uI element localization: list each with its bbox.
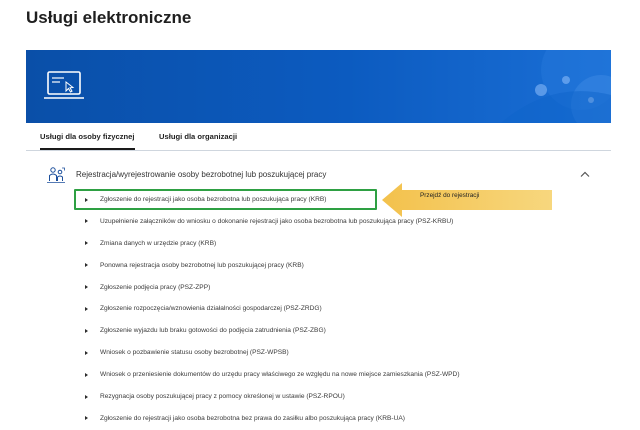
list-item[interactable]: Wniosek o przeniesienie dokumentów do ur… xyxy=(80,364,600,386)
triangle-bullet-icon xyxy=(85,263,88,268)
triangle-bullet-icon xyxy=(85,219,88,224)
service-link[interactable]: Wniosek o pozbawienie statusu osoby bezr… xyxy=(100,349,289,356)
triangle-bullet-icon xyxy=(85,328,88,333)
service-list: Zgłoszenie do rejestracji jako osoba bez… xyxy=(80,189,600,430)
list-item[interactable]: Wniosek o pozbawienie statusu osoby bezr… xyxy=(80,342,600,364)
tab-individual[interactable]: Usługi dla osoby fizycznej xyxy=(40,132,135,150)
banner-decoration xyxy=(501,50,611,123)
tab-bar: Usługi dla osoby fizycznej Usługi dla or… xyxy=(26,128,611,151)
service-link[interactable]: Ponowna rejestracja osoby bezrobotnej lu… xyxy=(100,262,304,269)
people-arrows-icon xyxy=(47,167,65,183)
list-item[interactable]: Zgłoszenie do rejestracji jako osoba bez… xyxy=(80,408,600,430)
service-link[interactable]: Zmiana danych w urzędzie pracy (KRB) xyxy=(100,240,216,247)
list-item[interactable]: Zmiana danych w urzędzie pracy (KRB) xyxy=(80,233,600,255)
triangle-bullet-icon xyxy=(85,306,88,311)
list-item[interactable]: Zgłoszenie rozpoczęcia/wznowienia działa… xyxy=(80,298,600,320)
tab-organization[interactable]: Usługi dla organizacji xyxy=(159,132,237,141)
service-link[interactable]: Zgłoszenie do rejestracji jako osoba bez… xyxy=(100,415,405,422)
triangle-bullet-icon xyxy=(85,350,88,355)
service-link[interactable]: Zgłoszenie podjęcia pracy (PSZ-ZPP) xyxy=(100,284,210,291)
section-title: Rejestracja/wyrejestrowanie osoby bezrob… xyxy=(76,170,327,179)
triangle-bullet-icon xyxy=(85,394,88,399)
service-link[interactable]: Zgłoszenie wyjazdu lub braku gotowości d… xyxy=(100,327,326,334)
list-item[interactable]: Zgłoszenie wyjazdu lub braku gotowości d… xyxy=(80,320,600,342)
triangle-bullet-icon xyxy=(85,372,88,377)
list-item[interactable]: Rezygnacja osoby poszukującej pracy z po… xyxy=(80,386,600,408)
chevron-up-icon[interactable] xyxy=(580,170,590,178)
list-item[interactable]: Zgłoszenie podjęcia pracy (PSZ-ZPP) xyxy=(80,277,600,299)
laptop-cursor-icon xyxy=(44,71,84,99)
triangle-bullet-icon xyxy=(85,285,88,290)
page-title: Usługi elektroniczne xyxy=(26,8,192,27)
list-item[interactable]: Ponowna rejestracja osoby bezrobotnej lu… xyxy=(80,255,600,277)
services-banner xyxy=(26,50,611,123)
callout-arrow xyxy=(382,183,552,217)
highlight-box xyxy=(74,189,377,210)
triangle-bullet-icon xyxy=(85,241,88,246)
service-link[interactable]: Rezygnacja osoby poszukującej pracy z po… xyxy=(100,393,345,400)
callout-label: Przejdź do rejestracji xyxy=(420,192,480,199)
service-link[interactable]: Zgłoszenie rozpoczęcia/wznowienia działa… xyxy=(100,305,322,312)
service-link[interactable]: Wniosek o przeniesienie dokumentów do ur… xyxy=(100,371,460,378)
